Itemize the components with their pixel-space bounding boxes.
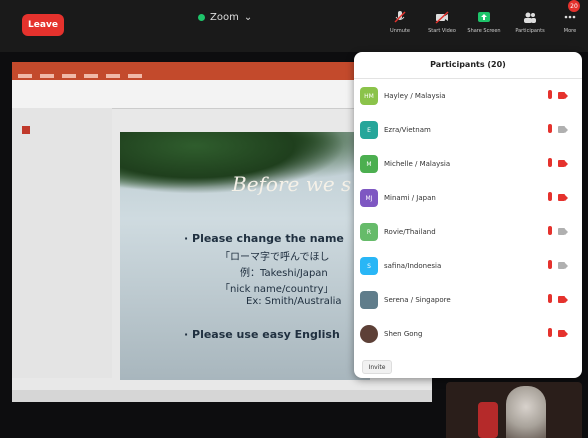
avatar: S — [360, 257, 378, 275]
participants-label: Participants — [515, 28, 545, 34]
participant-name: Rovie/Thailand — [384, 228, 436, 236]
muted-microphone-icon[interactable] — [548, 328, 552, 337]
participant-name: safina/Indonesia — [384, 262, 442, 270]
slide-line-4: 「nick name/country」 — [220, 284, 334, 295]
chair-shape — [478, 402, 498, 438]
muted-microphone-icon[interactable] — [548, 226, 552, 235]
microphone-icon — [394, 11, 406, 23]
video-off-icon — [558, 92, 568, 99]
slide-bullet-2: · Please use easy English — [184, 328, 340, 341]
participants-panel: Participants (20) HM Hayley / Malaysia E… — [354, 52, 582, 378]
muted-microphone-icon[interactable] — [548, 158, 552, 167]
panel-divider — [354, 78, 582, 79]
muted-microphone-icon[interactable] — [548, 192, 552, 201]
leave-button[interactable]: Leave — [22, 14, 64, 36]
video-icon — [558, 126, 568, 133]
share-screen-button[interactable]: Share Screen — [466, 10, 502, 34]
slide-title: Before we s — [232, 172, 352, 196]
chevron-down-icon: ⌄ — [243, 12, 253, 23]
participant-name: Ezra/Vietnam — [384, 126, 431, 134]
ppt-status-bar — [12, 390, 432, 402]
avatar — [360, 325, 378, 343]
ppt-tab — [128, 74, 142, 78]
avatar — [360, 291, 378, 309]
person-shape — [506, 386, 546, 438]
slide-line-2: 「ローマ字で呼んでほし — [220, 252, 330, 263]
participant-name: Shen Gong — [384, 330, 423, 338]
participant-name: Hayley / Malaysia — [384, 92, 446, 100]
zoom-meeting-title[interactable]: Zoom ⌄ — [198, 12, 252, 23]
avatar: MJ — [360, 189, 378, 207]
unmute-button[interactable]: Unmute — [382, 10, 418, 34]
participants-button[interactable]: Participants — [512, 10, 548, 34]
video-off-icon — [558, 296, 568, 303]
avatar: M — [360, 155, 378, 173]
connection-status-icon — [198, 14, 205, 21]
slide-line-5: Ex: Smith/Australia — [246, 296, 342, 307]
ppt-tab — [40, 74, 54, 78]
participant-row[interactable]: R Rovie/Thailand — [354, 218, 582, 250]
video-off-icon — [558, 194, 568, 201]
participant-name: Minami / Japan — [384, 194, 436, 202]
slide-canvas: Before we s · Please change the name 「ロー… — [120, 132, 370, 380]
zoom-title-text: Zoom — [210, 12, 239, 23]
avatar: HM — [360, 87, 378, 105]
slide-bullet-1: · Please change the name — [184, 232, 344, 245]
muted-microphone-icon[interactable] — [548, 90, 552, 99]
ppt-tab — [18, 74, 32, 78]
video-off-icon — [558, 330, 568, 337]
participant-row[interactable]: MJ Minami / Japan — [354, 184, 582, 216]
avatar: R — [360, 223, 378, 241]
more-button[interactable]: More — [552, 10, 588, 34]
share-screen-label: Share Screen — [467, 28, 501, 34]
video-icon — [558, 228, 568, 235]
video-off-icon — [558, 160, 568, 167]
participant-row[interactable]: Shen Gong — [354, 320, 582, 352]
participant-name: Michelle / Malaysia — [384, 160, 451, 168]
start-video-button[interactable]: Start Video — [424, 10, 460, 34]
more-label: More — [563, 28, 577, 34]
participants-panel-title: Participants (20) — [430, 60, 506, 69]
participant-row[interactable]: HM Hayley / Malaysia — [354, 82, 582, 114]
more-dots-icon — [564, 15, 576, 19]
self-video-thumbnail[interactable] — [446, 382, 582, 438]
ppt-tab — [84, 74, 98, 78]
video-camera-icon — [435, 11, 449, 24]
participant-row[interactable]: M Michelle / Malaysia — [354, 150, 582, 182]
invite-button[interactable]: Invite — [362, 360, 392, 374]
zoom-toolbar: Leave Zoom ⌄ Unmute Start Video Share Sc… — [0, 0, 588, 52]
unmute-label: Unmute — [390, 28, 410, 34]
muted-microphone-icon[interactable] — [548, 124, 552, 133]
participant-row[interactable]: E Ezra/Vietnam — [354, 116, 582, 148]
participant-row[interactable]: Serena / Singapore — [354, 286, 582, 318]
avatar: E — [360, 121, 378, 139]
video-icon — [558, 262, 568, 269]
participants-count-badge: 20 — [568, 0, 580, 12]
muted-microphone-icon[interactable] — [548, 294, 552, 303]
slide-thumbnail — [22, 126, 30, 134]
ppt-slide-thumbnails — [12, 108, 112, 378]
participants-icon — [524, 12, 536, 23]
participant-name: Serena / Singapore — [384, 296, 451, 304]
slide-line-3: 例：Takeshi/Japan — [240, 268, 328, 279]
ppt-tab — [62, 74, 76, 78]
start-video-label: Start Video — [428, 28, 456, 34]
participant-row[interactable]: S safina/Indonesia — [354, 252, 582, 284]
share-screen-icon — [478, 12, 490, 22]
ppt-tab — [106, 74, 120, 78]
muted-microphone-icon[interactable] — [548, 260, 552, 269]
